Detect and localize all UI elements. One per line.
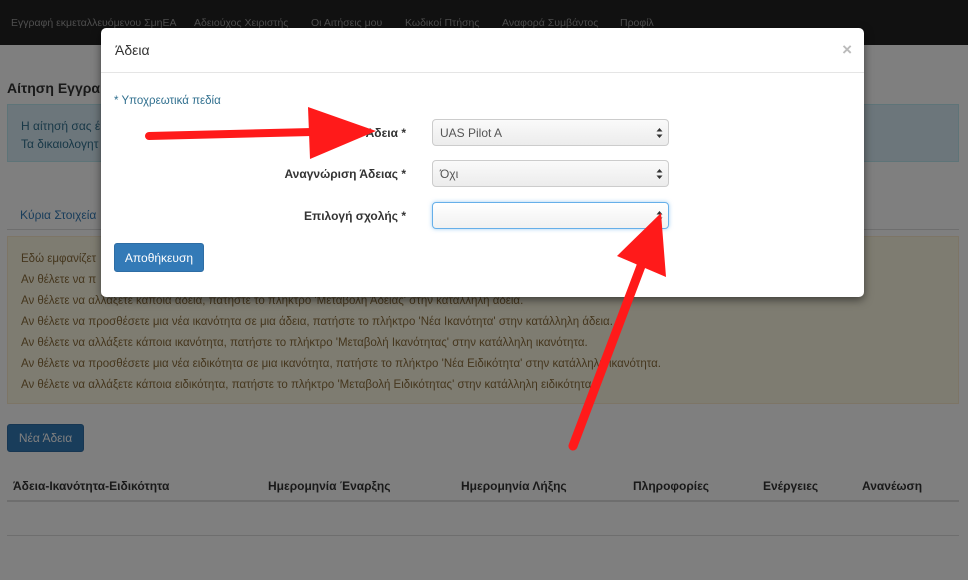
school-label: Επιλογή σχολής * [304,209,406,223]
save-button[interactable]: Αποθήκευση [114,243,204,272]
license-recognition-select[interactable]: Όχι [432,160,669,187]
updown-caret-icon [656,211,663,221]
required-fields-note: * Υποχρεωτικά πεδία [114,95,221,107]
license-modal: Άδεια × * Υποχρεωτικά πεδία Άδεια * UAS … [101,28,864,297]
license-recognition-label: Αναγνώριση Άδειας * [284,167,406,181]
license-select[interactable]: UAS Pilot A [432,119,669,146]
close-icon[interactable]: × [842,40,852,60]
license-recognition-value: Όχι [440,167,459,181]
updown-caret-icon [656,169,663,179]
school-select[interactable] [432,202,669,229]
license-label: Άδεια * [365,126,406,140]
modal-header: Άδεια × [101,28,864,73]
updown-caret-icon [656,128,663,138]
modal-title: Άδεια [115,42,150,58]
license-select-value: UAS Pilot A [440,126,503,140]
